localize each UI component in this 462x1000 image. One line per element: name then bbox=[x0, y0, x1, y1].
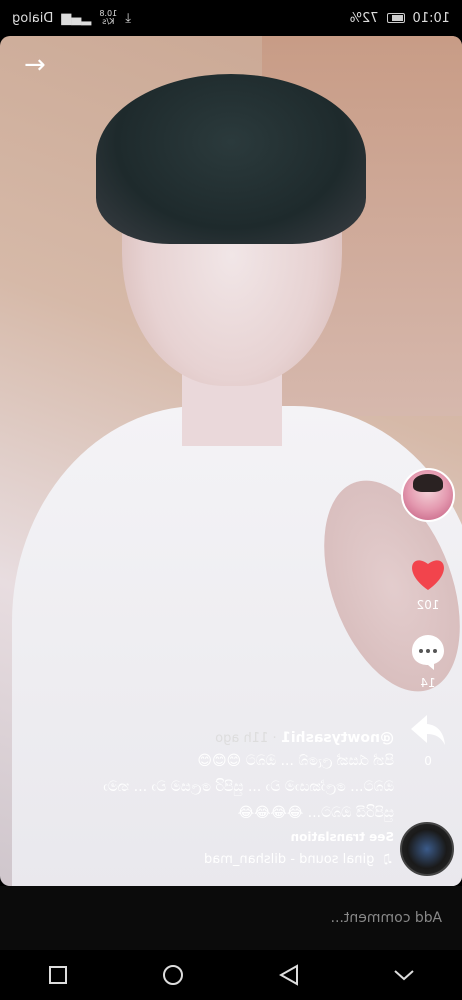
action-rail: 102 14 0 bbox=[400, 468, 456, 788]
status-time: 10:10 bbox=[412, 10, 450, 26]
see-translation-link[interactable]: See translation bbox=[16, 830, 394, 844]
caption-line-3: සුපිරියි ඔබට... 😂😂😂😂 bbox=[237, 805, 394, 821]
avatar[interactable] bbox=[401, 468, 455, 522]
download-icon: ⤓ bbox=[125, 10, 131, 26]
music-disc-icon[interactable] bbox=[400, 822, 454, 876]
status-bar: 10:10 72% ⤓ 10.8 K/s ▂▄▆ Dialog bbox=[0, 0, 462, 36]
comment-count: 14 bbox=[420, 676, 436, 690]
nav-home-button[interactable] bbox=[153, 955, 193, 995]
sound-name: ginal sound - dilshan_mad bbox=[204, 852, 375, 867]
arrow-left-icon: ← bbox=[24, 50, 46, 80]
caption-time: 11h ago bbox=[215, 731, 269, 746]
nav-hide-button[interactable] bbox=[384, 955, 424, 995]
video-hair bbox=[96, 74, 366, 244]
share-button[interactable]: 0 bbox=[408, 710, 448, 768]
comment-input[interactable]: Add comment... bbox=[331, 910, 442, 926]
circle-home-icon bbox=[163, 965, 184, 985]
caption-line-1: පින් රැසක් ‌ලැබේ ... ඔබට 😊😊😊 bbox=[197, 753, 394, 769]
back-button[interactable]: ← bbox=[20, 50, 50, 80]
status-right: ⤓ 10.8 K/s ▂▄▆ Dialog bbox=[12, 9, 131, 26]
heart-icon bbox=[408, 554, 448, 594]
mirrored-screen: 10:10 72% ⤓ 10.8 K/s ▂▄▆ Dialog ← 102 14… bbox=[0, 0, 462, 1000]
like-button[interactable]: 102 bbox=[408, 554, 448, 612]
comment-button[interactable]: 14 bbox=[408, 632, 448, 690]
sound-row[interactable]: ♫ ginal sound - dilshan_mad bbox=[16, 852, 394, 867]
music-note-icon: ♫ bbox=[382, 852, 394, 867]
signal-icon: ▂▄▆ bbox=[61, 10, 92, 26]
carrier-name: Dialog bbox=[12, 10, 54, 26]
system-nav-bar bbox=[0, 950, 462, 1000]
square-recents-icon bbox=[48, 966, 67, 984]
battery-percent: 72% bbox=[349, 10, 379, 26]
nav-back-button[interactable] bbox=[269, 955, 309, 995]
like-count: 102 bbox=[416, 598, 440, 612]
comment-bar[interactable]: Add comment... bbox=[0, 886, 462, 950]
chevron-down-icon bbox=[394, 970, 414, 981]
triangle-back-icon bbox=[278, 964, 298, 986]
caption-line-2: ඔබට... ‍ලෝකයාම වා ... සුපිරි ලෙසම වා ...… bbox=[103, 779, 394, 795]
share-count: 0 bbox=[424, 754, 432, 768]
comment-bubble-icon bbox=[408, 632, 448, 672]
share-arrow-icon bbox=[408, 710, 448, 750]
video-caption: @nowtysashi1 · 11h ago පින් රැසක් ‌ලැබේ … bbox=[16, 730, 394, 844]
net-speed: 10.8 K/s bbox=[99, 9, 118, 26]
status-left: 10:10 72% bbox=[350, 11, 450, 26]
caption-username[interactable]: @nowtysashi1 bbox=[281, 730, 394, 746]
battery-icon bbox=[386, 13, 405, 23]
nav-recents-button[interactable] bbox=[38, 955, 78, 995]
